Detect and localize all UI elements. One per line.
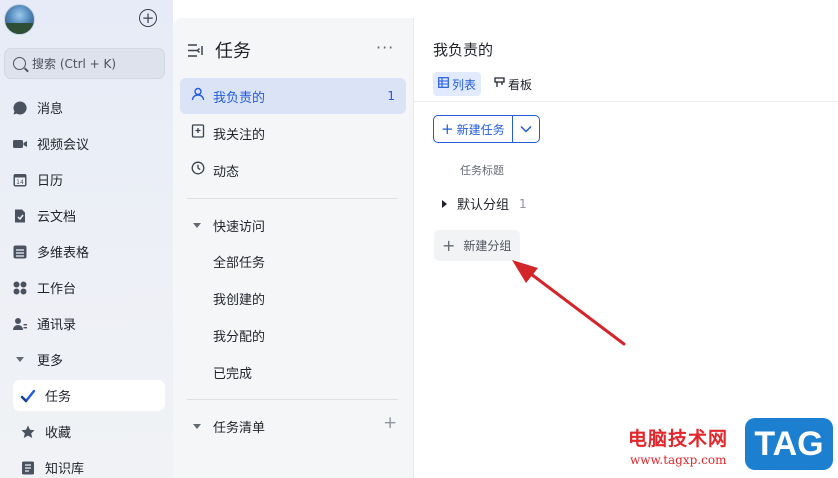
annotation-arrow — [512, 260, 626, 346]
watermark-url: www.tagxp.com — [630, 453, 727, 467]
watermark-text: 电脑技术网 — [628, 428, 729, 450]
watermark-logo: TAG — [745, 418, 833, 470]
